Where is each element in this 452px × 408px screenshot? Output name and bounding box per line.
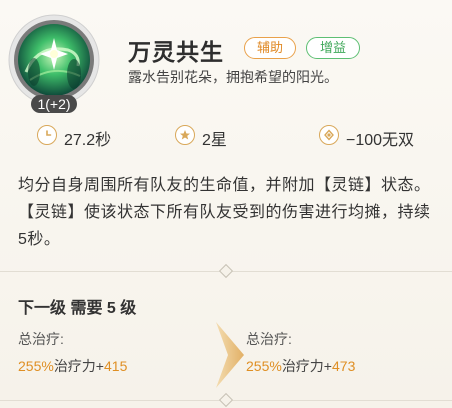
next-heal-flat: 473 [332,358,356,374]
current-heal-flat: 415 [104,358,128,374]
diamond-ornament-icon [218,263,234,279]
skill-icon [8,14,100,106]
tag-buff: 增益 [306,37,360,59]
wuxiang-value: −100无双 [346,132,415,149]
skill-description: 均分自身周围所有队友的生命值，并附加【灵链】状态。【灵链】使该状态下所有队友受到… [18,177,431,248]
next-heal-mid: 治疗力+ [281,358,332,374]
star-value: 2星 [202,132,227,149]
current-heal-label: 总治疗: [18,331,64,347]
clock-icon [37,125,57,145]
current-heal-pct: 255% [18,358,54,374]
skill-level-badge: 1(+2) [31,95,77,113]
next-heal-pct: 255% [246,358,282,374]
wuxiang-icon [319,125,339,145]
skill-name: 万灵共生 [128,39,224,65]
current-heal-mid: 治疗力+ [53,358,104,374]
cooldown-value: 27.2秒 [64,132,112,149]
tag-support: 辅助 [244,37,296,59]
star-icon [175,125,195,145]
next-heal-value: 255%治疗力+473 [246,356,355,376]
skill-subtitle: 露水告别花朵，拥抱希望的阳光。 [128,69,338,85]
next-heal-label: 总治疗: [246,331,292,347]
next-level-requirement: 下一级 需要 5 级 [18,300,137,317]
chevron-right-icon [214,320,246,390]
diamond-ornament-icon [218,392,234,408]
current-heal-value: 255%治疗力+415 [18,356,127,376]
